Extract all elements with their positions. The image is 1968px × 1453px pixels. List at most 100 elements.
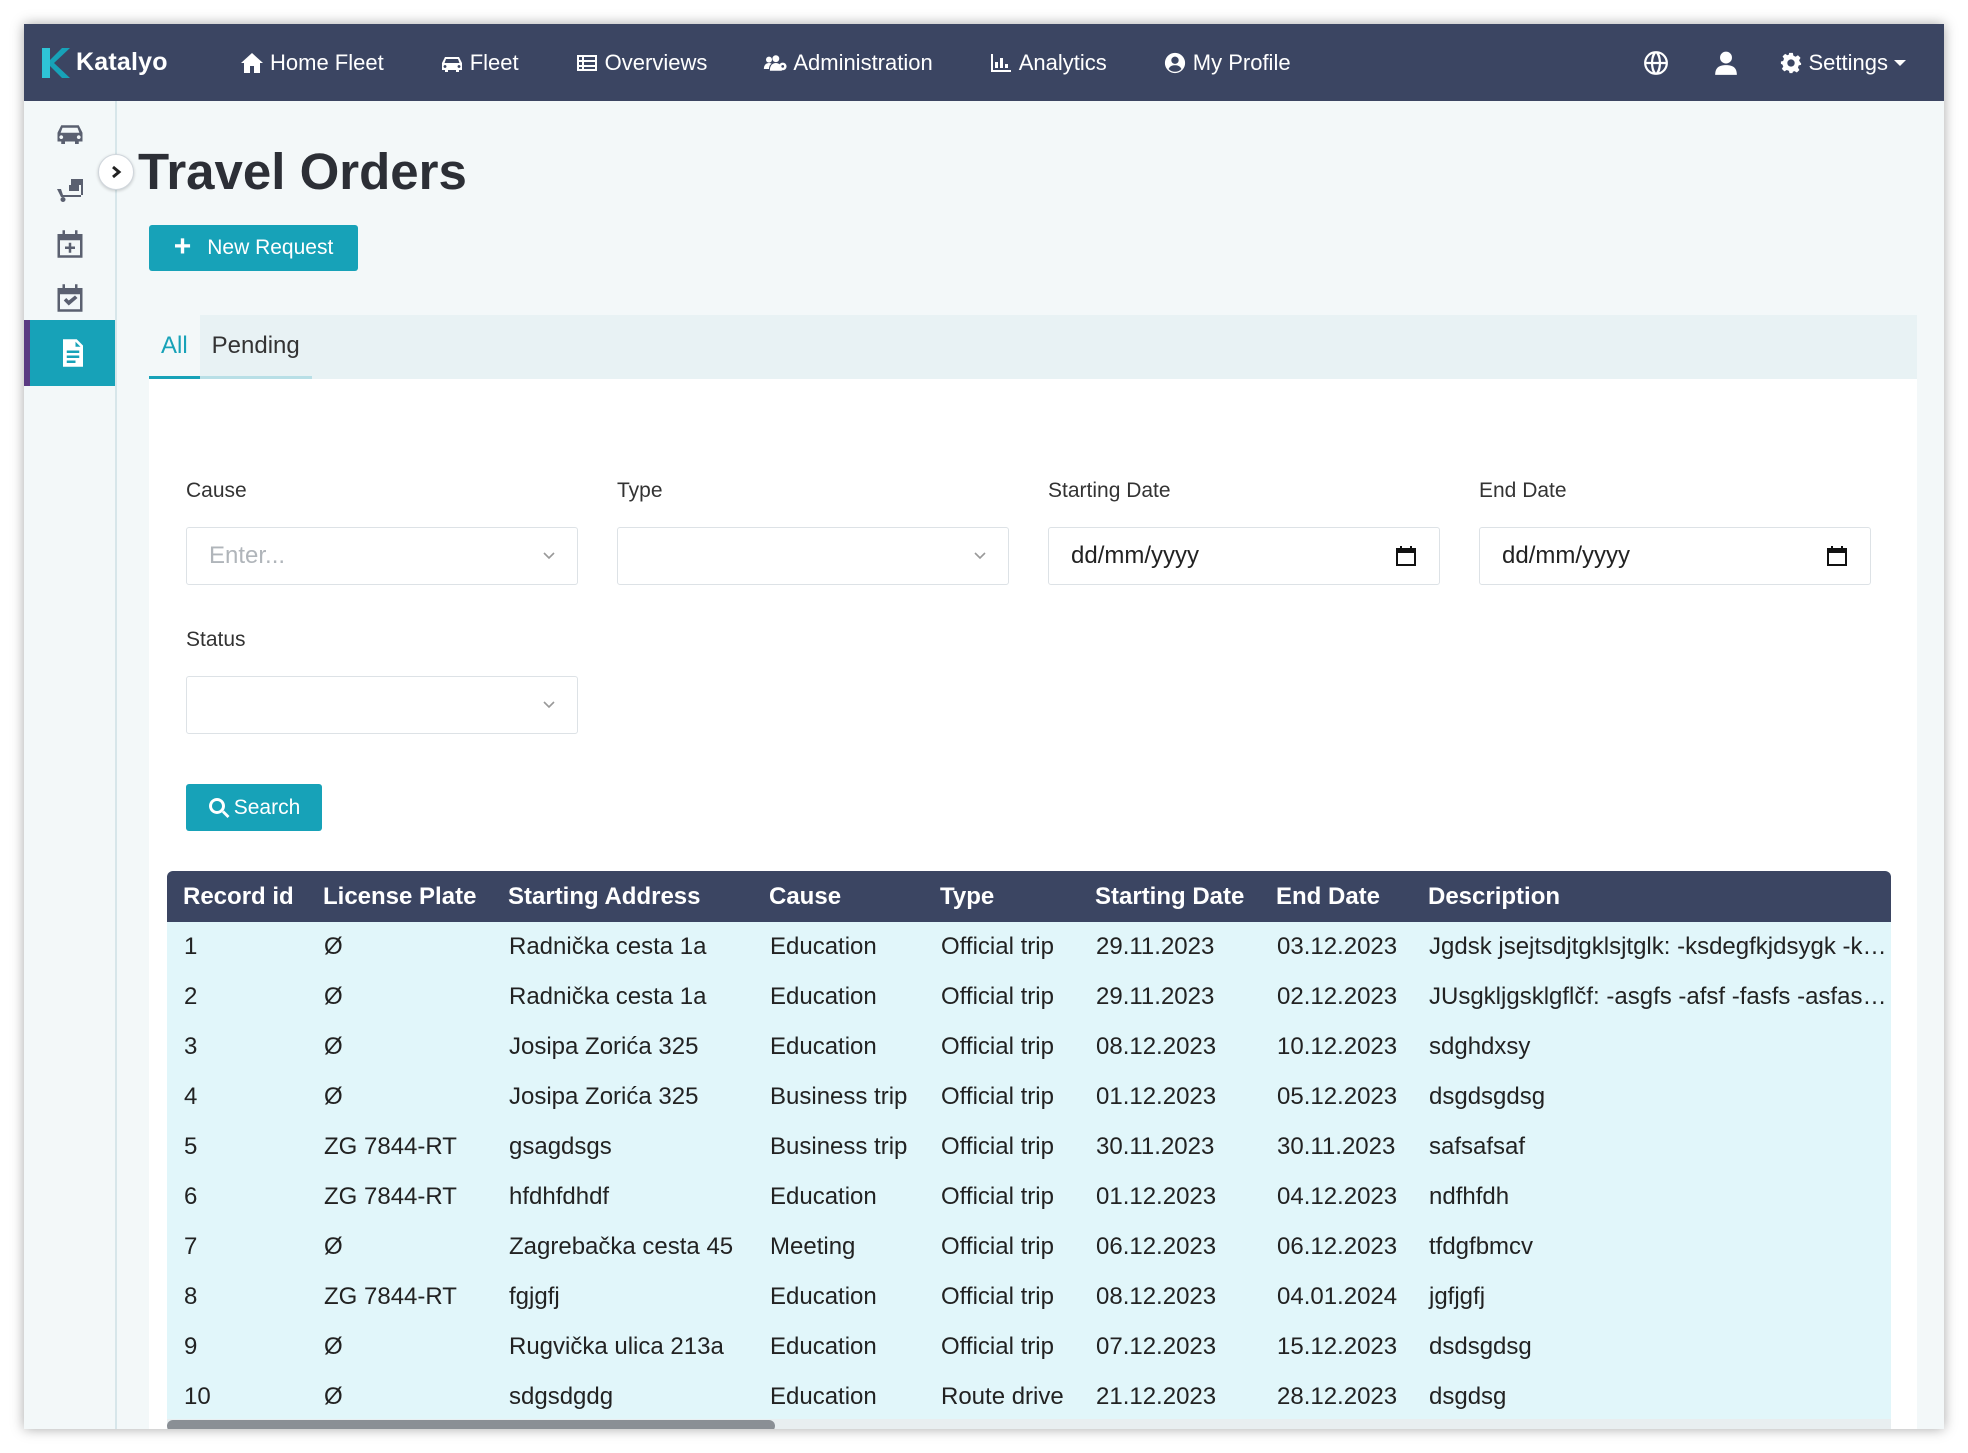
table-cell: Josipa Zorića 325 [509,1033,699,1060]
travel-orders-panel: All Pending Cause Enter... Type Starting… [149,315,1917,1429]
table-cell: Zagrebačka cesta 45 [509,1233,734,1260]
sidebar-item-travel-orders[interactable] [24,320,115,386]
table-cell: Official trip [941,1083,1054,1110]
table-row[interactable]: 4 Ø Josipa Zorića 325 Business trip Official… [167,1072,1891,1122]
table-cell: Official trip [941,1183,1054,1210]
column-header[interactable]: Description [1412,871,1891,922]
column-header[interactable]: Type [924,871,1079,922]
tab-all[interactable]: All [149,315,200,379]
column-header[interactable]: Cause [753,871,924,922]
brand-name: Katalyo [76,48,168,76]
table-cell: ZG 7844-RT [324,1183,457,1210]
cause-placeholder: Enter... [209,542,286,569]
status-select[interactable] [186,676,578,734]
column-header[interactable]: Starting Address [492,871,753,922]
scrollbar-thumb[interactable] [167,1420,775,1429]
table-cell: Education [770,983,877,1010]
chevron-right-icon [112,165,122,179]
tab-pending[interactable]: Pending [199,315,312,379]
table-cell: 06.12.2023 [1096,1233,1217,1260]
end-date-input[interactable]: dd/mm/yyyy [1479,527,1871,585]
table-cell: 9 [184,1333,198,1360]
table-cell: tfdgfbmcv [1429,1233,1534,1260]
table-cell: Education [770,933,877,960]
table-cell: Meeting [770,1233,856,1260]
table-cell: Radnička cesta 1a [509,933,707,960]
table-cell: 1 [184,933,198,960]
user-icon[interactable] [1713,50,1739,76]
column-header[interactable]: End Date [1260,871,1412,922]
table-cell: 15.12.2023 [1277,1333,1398,1360]
sidebar [24,101,117,1429]
column-header[interactable]: License Plate [307,871,492,922]
end-date-value: dd/mm/yyyy [1502,542,1631,569]
table-cell: 7 [184,1233,198,1260]
starting-date-input[interactable]: dd/mm/yyyy [1048,527,1440,585]
table-cell: Ø [324,983,343,1010]
table-row[interactable]: 3 Ø Josipa Zorića 325 Education Official tri… [167,1022,1891,1072]
table-cell: Ø [324,1233,343,1260]
table-body: 1 Ø Radnička cesta 1a Education Official tri… [167,922,1891,1422]
cause-select[interactable]: Enter... [186,527,578,585]
cause-label: Cause [186,479,247,502]
column-header[interactable]: Record id [167,871,307,922]
nav-fleet-label: Fleet [469,49,519,75]
table-row[interactable]: 1 Ø Radnička cesta 1a Education Official tri… [167,922,1891,972]
brand-logo[interactable]: Katalyo [40,46,210,80]
table-cell: 03.12.2023 [1277,933,1398,960]
table-cell: 01.12.2023 [1096,1183,1217,1210]
search-label: Search [233,795,301,819]
table-cell: ZG 7844-RT [324,1283,457,1310]
table-cell: Official trip [941,1033,1054,1060]
table-cell: Official trip [941,1133,1054,1160]
status-label: Status [186,628,246,651]
table-row[interactable]: 8 ZG 7844-RT fgjgfj Education Official trip 0… [167,1272,1891,1322]
user-circle-icon [1164,52,1185,73]
new-request-button[interactable]: + New Request [149,225,358,271]
new-request-label: New Request [207,236,334,259]
truck-loading-icon [56,179,83,202]
table-cell: JUsgkljgsklgflčf: -asgfs -afsf -fasfs -a… [1429,983,1891,1010]
table-cell: 08.12.2023 [1096,1033,1217,1060]
table-row[interactable]: 6 ZG 7844-RT hfdhfdhdf Education Official tr… [167,1172,1891,1222]
plus-icon: + [173,229,192,263]
nav-my-profile-label: My Profile [1192,49,1291,75]
calendar-icon[interactable] [1826,545,1848,567]
table-row[interactable]: 5 ZG 7844-RT gsagdsgs Business trip Official… [167,1122,1891,1172]
table-cell: sdgsdgdg [509,1383,614,1410]
table-cell: Education [770,1283,877,1310]
table-cell: 30.11.2023 [1277,1133,1396,1160]
column-header[interactable]: Starting Date [1079,871,1260,922]
table-cell: Josipa Zorića 325 [509,1083,699,1110]
nav-home-fleet[interactable]: Home Fleet [240,50,384,76]
table-cell: Education [770,1383,877,1410]
table-cell: fgjgfj [509,1283,560,1310]
search-button[interactable]: Search [186,784,322,831]
table-row[interactable]: 2 Ø Radnička cesta 1a Education Official tri… [167,972,1891,1022]
nav-settings[interactable]: Settings [1779,50,1906,76]
table-cell: Official trip [941,983,1054,1010]
table-row[interactable]: 7 Ø Zagrebačka cesta 45 Meeting Official tri… [167,1222,1891,1272]
table-cell: 30.11.2023 [1096,1133,1215,1160]
table-header-row: Record id License Plate Starting Address Ca… [167,871,1891,922]
globe-icon[interactable] [1643,50,1669,76]
horizontal-scrollbar[interactable] [167,1419,1891,1429]
calendar-icon[interactable] [1395,545,1417,567]
table-cell: Official trip [941,1233,1054,1260]
type-select[interactable] [617,527,1009,585]
table-row[interactable]: 9 Ø Rugvička ulica 213a Education Official t… [167,1322,1891,1372]
nav-analytics[interactable]: Analytics [989,50,1107,76]
table-cell: 02.12.2023 [1277,983,1398,1010]
nav-my-profile[interactable]: My Profile [1163,50,1291,76]
table-cell: 8 [184,1283,198,1310]
table-cell: Business trip [770,1133,908,1160]
nav-fleet[interactable]: Fleet [440,50,519,76]
car-icon [57,125,82,144]
table-cell: Official trip [941,933,1054,960]
nav-administration[interactable]: Administration [763,50,933,76]
sidebar-expand-button[interactable] [98,154,134,190]
table-cell: 04.01.2024 [1277,1283,1398,1310]
nav-overviews[interactable]: Overviews [575,50,707,76]
chevron-down-icon [974,552,986,560]
table-row[interactable]: 10 Øsdgsdgdg Education Route drive 21.12.202… [167,1372,1891,1422]
